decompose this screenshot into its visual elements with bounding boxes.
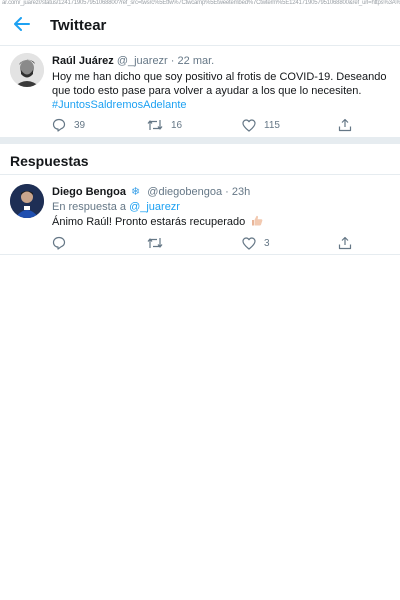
retweet-icon <box>147 118 163 132</box>
tweet-actions: 39 16 115 <box>52 117 362 133</box>
reply-to-label: En respuesta a <box>52 201 126 213</box>
author-handle[interactable]: @diegobengoa <box>147 186 222 198</box>
replies-section-title: Respuestas <box>10 153 89 169</box>
like-button[interactable]: 115 <box>242 117 280 133</box>
separator-dot: · <box>225 186 229 198</box>
tweet-header: Raúl Juárez @_juarezr · 22 mar. <box>52 55 214 67</box>
thumbs-up-emoji <box>251 215 263 226</box>
hashtag-link[interactable]: #JuntosSaldremosAdelante <box>52 98 392 112</box>
like-count: 115 <box>264 119 280 131</box>
reply-icon <box>52 118 66 132</box>
share-button[interactable] <box>338 235 352 251</box>
mention-link[interactable]: @_juarezr <box>129 201 180 213</box>
tweet-body: Hoy me han dicho que soy positivo al fro… <box>52 71 387 97</box>
share-icon <box>338 236 352 250</box>
snowflake-icon: ❄ <box>131 186 141 198</box>
avatar[interactable] <box>10 53 44 87</box>
tweet-text: Ánimo Raúl! Pronto estarás recuperado <box>52 215 382 229</box>
like-icon <box>242 236 256 250</box>
page-title: Twittear <box>50 17 107 34</box>
tweet-actions: 3 <box>52 235 362 251</box>
share-button[interactable] <box>338 117 352 133</box>
like-button[interactable]: 3 <box>242 235 270 251</box>
retweet-icon <box>147 236 163 250</box>
reply-icon <box>52 236 66 250</box>
author-handle[interactable]: @_juarezr <box>117 55 168 67</box>
author-name[interactable]: Raúl Juárez <box>52 55 114 67</box>
reply-tweet: Diego Bengoa ❄ @diegobengoa · 23h En res… <box>0 175 400 255</box>
avatar[interactable] <box>10 184 44 218</box>
top-bar: Twittear <box>0 6 400 46</box>
reply-count: 39 <box>74 119 86 131</box>
reply-context: En respuesta a @_juarezr <box>52 201 180 213</box>
share-icon <box>338 118 352 132</box>
retweet-count: 16 <box>171 119 183 131</box>
tweet-text: Hoy me han dicho que soy positivo al fro… <box>52 70 392 112</box>
retweet-button[interactable] <box>147 235 163 251</box>
back-button[interactable] <box>12 16 32 36</box>
tweet-body: Ánimo Raúl! Pronto estarás recuperado <box>52 216 246 228</box>
reply-button[interactable]: 39 <box>52 117 85 133</box>
tweet-header: Diego Bengoa ❄ @diegobengoa · 23h <box>52 185 250 198</box>
author-name[interactable]: Diego Bengoa <box>52 186 126 198</box>
tweet-time[interactable]: 23h <box>232 186 250 198</box>
main-tweet: Raúl Juárez @_juarezr · 22 mar. Hoy me h… <box>0 47 400 137</box>
separator-dot: · <box>170 55 175 67</box>
tweet-time[interactable]: 22 mar. <box>178 55 215 67</box>
back-arrow-icon <box>14 16 30 36</box>
section-divider <box>0 137 400 144</box>
reply-button[interactable] <box>52 235 66 251</box>
retweet-button[interactable]: 16 <box>147 117 182 133</box>
like-count: 3 <box>264 237 270 249</box>
like-icon <box>242 118 256 132</box>
